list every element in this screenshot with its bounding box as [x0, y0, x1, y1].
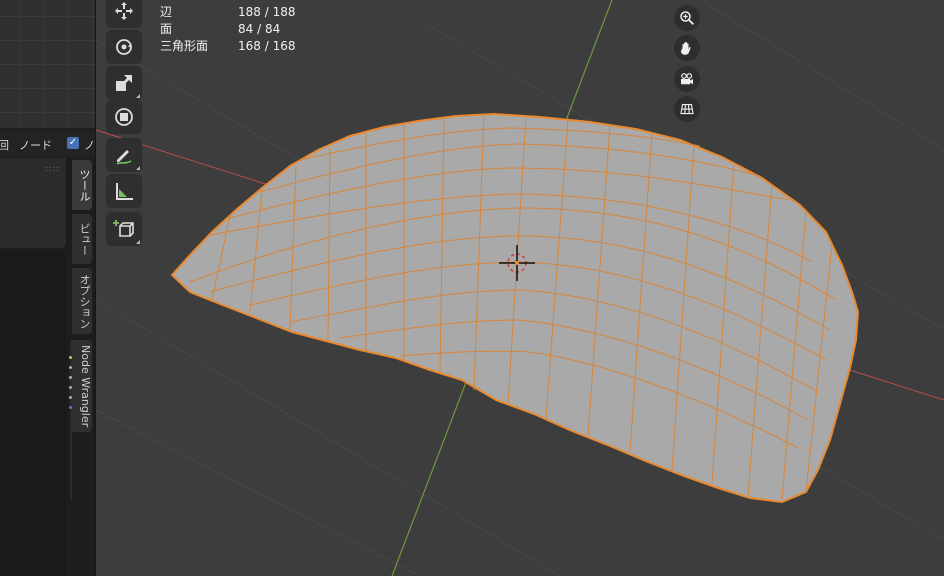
zoom-button[interactable]: [674, 5, 700, 31]
triangles-label: 三角形面: [160, 39, 209, 53]
scale-tool-button[interactable]: [106, 66, 142, 100]
sidebar-empty-area: [0, 250, 66, 576]
header-cut-label[interactable]: 回: [0, 137, 9, 153]
pan-hand-icon: [681, 42, 691, 55]
camera-view-button[interactable]: [674, 66, 700, 92]
grip-icon[interactable]: ::::: [45, 164, 60, 173]
sidebar-tabs: ツール ビュー オプション Node Wrangler: [72, 158, 94, 576]
edges-label: 辺: [160, 5, 173, 19]
area-divider[interactable]: [95, 0, 96, 576]
ortho-toggle-button[interactable]: [674, 96, 700, 122]
tab-options[interactable]: オプション: [72, 268, 92, 334]
faces-value: 84 / 84: [238, 22, 281, 36]
tab-tool[interactable]: ツール: [72, 160, 92, 210]
checkbox-label[interactable]: ノ: [84, 137, 95, 153]
tab-view[interactable]: ビュー: [72, 214, 92, 264]
annotate-tool-button[interactable]: [106, 138, 142, 172]
pan-button[interactable]: [674, 35, 700, 61]
sidebar-panel: ::::: [0, 158, 66, 248]
add-cube-tool-button[interactable]: [106, 212, 142, 246]
move-tool-button[interactable]: [106, 0, 142, 28]
tab-node-wrangler[interactable]: Node Wrangler: [72, 340, 92, 432]
zoom-icon: [680, 11, 695, 26]
move-icon: [115, 2, 133, 20]
node-menu[interactable]: ノード: [19, 137, 52, 153]
rotate-icon: [116, 39, 132, 55]
annotate-icon: [116, 150, 132, 165]
measure-tool-button[interactable]: [106, 174, 142, 208]
measure-icon: [116, 183, 133, 200]
add-cube-icon: [113, 220, 134, 237]
tool-submenu-icon: [136, 240, 140, 244]
mesh-object[interactable]: [170, 112, 860, 504]
mesh-faces[interactable]: [170, 112, 860, 504]
node-editor-grid[interactable]: [0, 0, 96, 128]
faces-label: 面: [160, 22, 173, 36]
blender-window: 回 ノード ✓ ノ :::: ツール ビュー オプション Node Wrangl…: [0, 0, 944, 576]
scale-icon: [116, 75, 132, 91]
camera-icon: [681, 73, 693, 85]
mesh-statistics: 辺 188 / 188 面 84 / 84 三角形面 168 / 168: [160, 4, 295, 55]
tool-submenu-icon: [136, 166, 140, 170]
triangles-value: 168 / 168: [238, 39, 296, 53]
rotate-tool-button[interactable]: [106, 30, 142, 64]
checkbox-icon[interactable]: ✓: [67, 137, 79, 149]
edges-value: 188 / 188: [238, 5, 296, 19]
ortho-grid-icon: [680, 103, 694, 115]
node-editor-header: 回 ノード ✓ ノ: [0, 131, 96, 157]
transform-icon: [115, 108, 133, 126]
transform-tool-button[interactable]: [106, 100, 142, 134]
tool-submenu-icon: [136, 94, 140, 98]
